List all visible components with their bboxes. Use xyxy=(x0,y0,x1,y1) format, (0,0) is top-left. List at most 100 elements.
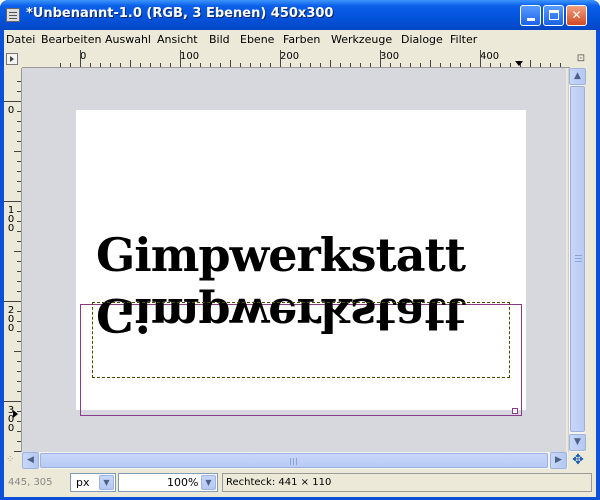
image-canvas[interactable]: Gimpwerkstatt Gimpwerkstatt xyxy=(76,110,526,416)
ruler-tick xyxy=(480,50,481,67)
ruler-tick xyxy=(17,81,21,82)
ruler-tick xyxy=(490,63,491,67)
ruler-tick xyxy=(270,63,271,67)
ruler-tick xyxy=(530,60,531,67)
menu-dialoge[interactable]: Dialoge xyxy=(401,33,443,46)
ruler-h-pointer-icon xyxy=(515,61,523,66)
ruler-tick xyxy=(100,63,101,67)
ruler-tick xyxy=(200,63,201,67)
chevron-down-icon[interactable]: ▼ xyxy=(201,475,216,490)
menu-farben[interactable]: Farben xyxy=(283,33,320,46)
ruler-tick xyxy=(410,63,411,67)
ruler-tick xyxy=(17,131,21,132)
menu-werkzeuge[interactable]: Werkzeuge xyxy=(331,33,392,46)
scroll-up-button[interactable]: ▲ xyxy=(569,68,586,85)
ruler-tick xyxy=(250,63,251,67)
vertical-scroll-thumb[interactable] xyxy=(570,86,585,432)
image-window: *Unbenannt-1.0 (RGB, 3 Ebenen) 450x300 ✕… xyxy=(0,0,600,500)
menu-ebene[interactable]: Ebene xyxy=(240,33,274,46)
ruler-tick xyxy=(150,63,151,67)
ruler-tick xyxy=(180,50,181,67)
ruler-tick xyxy=(17,371,21,372)
move-cross-icon[interactable]: ✥ xyxy=(570,453,586,469)
grip-line xyxy=(575,255,582,256)
ruler-tick xyxy=(17,331,21,332)
ruler-tick xyxy=(550,63,551,67)
scroll-right-button[interactable]: ▶ xyxy=(550,452,567,469)
ruler-tick xyxy=(170,63,171,67)
ruler-h-label: 400 xyxy=(480,51,500,62)
horizontal-scrollbar[interactable]: ◀ ▶ xyxy=(22,452,568,469)
grip-line xyxy=(290,458,291,465)
minimize-icon xyxy=(526,18,535,21)
ruler-v-label: 0 xyxy=(7,105,15,116)
ruler-tick xyxy=(560,63,561,67)
scroll-left-button[interactable]: ◀ xyxy=(22,452,39,469)
ruler-tick xyxy=(430,60,431,67)
ruler-v-pointer-icon xyxy=(13,410,18,418)
zoom-toggle-icon[interactable]: ⊡ xyxy=(574,53,588,67)
menu-bearbeiten[interactable]: Bearbeiten xyxy=(41,33,101,46)
chevron-down-icon[interactable]: ▼ xyxy=(99,475,114,490)
canvas-area[interactable]: Gimpwerkstatt Gimpwerkstatt xyxy=(22,68,566,452)
ruler-tick xyxy=(500,63,501,67)
ruler-tick xyxy=(17,291,21,292)
text-layer-upright[interactable]: Gimpwerkstatt xyxy=(96,228,466,282)
ruler-tick xyxy=(120,63,121,67)
ruler-tick xyxy=(290,63,291,67)
ruler-tick xyxy=(17,261,21,262)
minimize-button[interactable] xyxy=(520,5,541,26)
horizontal-scroll-thumb[interactable] xyxy=(40,453,548,468)
ruler-tick xyxy=(240,63,241,67)
quick-mask-menu-button[interactable] xyxy=(6,53,18,65)
ruler-tick xyxy=(17,181,21,182)
ruler-tick xyxy=(60,63,61,67)
horizontal-ruler[interactable]: 0 100 200 300 400 xyxy=(22,50,570,68)
ruler-tick xyxy=(110,63,111,67)
navigate-icon[interactable]: ⁘ xyxy=(6,454,20,468)
menu-ansicht[interactable]: Ansicht xyxy=(157,33,198,46)
ruler-v-label-text: 200 xyxy=(7,305,15,334)
ruler-tick xyxy=(140,63,141,67)
grip-line xyxy=(293,458,294,465)
grip-line xyxy=(296,458,297,465)
ruler-tick xyxy=(17,141,21,142)
ruler-tick xyxy=(380,50,381,67)
menu-datei[interactable]: Datei xyxy=(6,33,35,46)
menu-auswahl[interactable]: Auswahl xyxy=(105,33,151,46)
scroll-down-button[interactable]: ▼ xyxy=(569,434,586,451)
ruler-tick xyxy=(130,60,131,67)
ruler-tick xyxy=(17,361,21,362)
ruler-tick xyxy=(17,391,21,392)
ruler-tick xyxy=(17,311,21,312)
title-bar[interactable]: *Unbenannt-1.0 (RGB, 3 Ebenen) 450x300 ✕ xyxy=(0,0,600,30)
ruler-tick xyxy=(350,63,351,67)
ruler-h-label: 100 xyxy=(180,51,200,62)
menu-filter[interactable]: Filter xyxy=(450,33,477,46)
close-button[interactable]: ✕ xyxy=(566,5,587,26)
ruler-tick xyxy=(330,60,331,67)
ruler-h-label: 300 xyxy=(380,51,400,62)
zoom-select[interactable]: 100% ▼ xyxy=(118,473,218,492)
menu-bild[interactable]: Bild xyxy=(209,33,230,46)
rectangle-selection[interactable] xyxy=(92,302,510,378)
vertical-scrollbar[interactable]: ▲ ▼ xyxy=(568,68,586,452)
ruler-tick xyxy=(390,63,391,67)
ruler-tick xyxy=(160,63,161,67)
ruler-tick xyxy=(17,171,21,172)
ruler-tick xyxy=(17,91,21,92)
ruler-tick xyxy=(14,151,21,152)
ruler-tick xyxy=(320,63,321,67)
ruler-tick xyxy=(420,63,421,67)
maximize-button[interactable] xyxy=(543,5,564,26)
layer-resize-handle[interactable] xyxy=(512,408,518,414)
ruler-tick xyxy=(400,63,401,67)
ruler-tick xyxy=(17,241,21,242)
ruler-tick xyxy=(90,63,91,67)
ruler-tick xyxy=(360,63,361,67)
ruler-tick xyxy=(540,63,541,67)
ruler-tick xyxy=(17,281,21,282)
vertical-ruler[interactable]: 0 100 200 300 xyxy=(4,68,22,452)
unit-select[interactable]: px ▼ xyxy=(70,473,116,492)
gimp-image-icon[interactable] xyxy=(6,8,20,22)
